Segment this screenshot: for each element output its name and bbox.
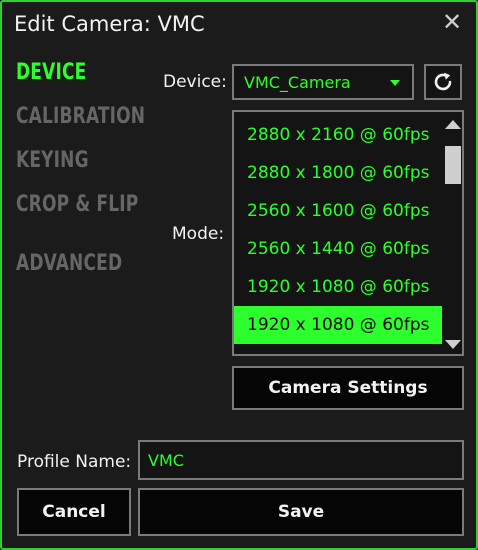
device-selected-value: VMC_Camera bbox=[244, 73, 351, 92]
mode-scrollbar[interactable] bbox=[442, 112, 462, 354]
mode-option[interactable]: 2560 x 1440 @ 60fps bbox=[234, 230, 442, 268]
nav-item-device[interactable]: DEVICE bbox=[16, 60, 86, 85]
mode-option-selected[interactable]: 1920 x 1080 @ 60fps bbox=[234, 306, 442, 344]
mode-option[interactable]: 2880 x 2160 @ 60fps bbox=[234, 116, 442, 154]
profile-name-label: Profile Name: bbox=[17, 452, 132, 472]
scroll-up-icon[interactable] bbox=[445, 120, 461, 129]
mode-option[interactable]: 2880 x 1800 @ 60fps bbox=[234, 154, 442, 192]
cancel-button[interactable]: Cancel bbox=[17, 488, 131, 536]
close-icon[interactable]: ✕ bbox=[438, 8, 466, 36]
refresh-icon bbox=[434, 72, 452, 91]
edit-camera-dialog: Edit Camera: VMC ✕ DEVICE CALIBRATION KE… bbox=[0, 0, 478, 550]
refresh-button[interactable] bbox=[424, 64, 462, 100]
device-label: Device: bbox=[163, 72, 227, 92]
nav-item-keying[interactable]: KEYING bbox=[16, 148, 89, 173]
nav-item-calibration[interactable]: CALIBRATION bbox=[16, 104, 145, 129]
nav-item-crop-flip[interactable]: CROP & FLIP bbox=[16, 192, 138, 217]
profile-name-input[interactable]: VMC bbox=[138, 440, 464, 480]
mode-listbox[interactable]: 2880 x 2160 @ 60fps 2880 x 1800 @ 60fps … bbox=[232, 110, 464, 356]
mode-option[interactable]: 2560 x 1600 @ 60fps bbox=[234, 192, 442, 230]
camera-settings-button[interactable]: Camera Settings bbox=[232, 366, 464, 410]
save-button[interactable]: Save bbox=[138, 488, 464, 536]
dropdown-arrow-icon bbox=[390, 80, 400, 86]
dialog-title: Edit Camera: VMC bbox=[14, 12, 205, 36]
scroll-down-icon[interactable] bbox=[445, 340, 461, 349]
nav-item-advanced[interactable]: ADVANCED bbox=[16, 251, 122, 276]
mode-option[interactable]: 1920 x 1080 @ 60fps bbox=[234, 268, 442, 306]
scrollbar-thumb[interactable] bbox=[445, 146, 461, 184]
mode-label: Mode: bbox=[172, 224, 225, 244]
device-dropdown[interactable]: VMC_Camera bbox=[232, 64, 414, 100]
